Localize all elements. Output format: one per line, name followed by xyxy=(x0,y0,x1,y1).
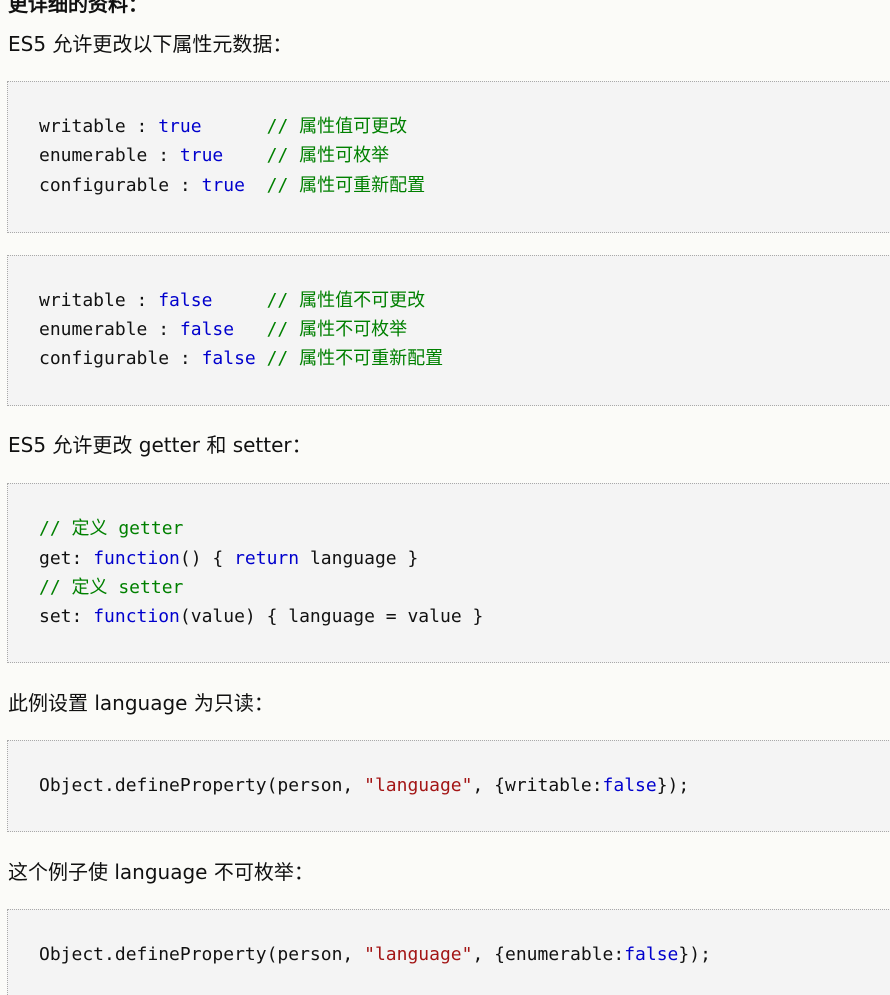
paragraph-metadata-intro: ES5 允许更改以下属性元数据： xyxy=(8,32,293,56)
code-line: set: function(value) { language = value … xyxy=(39,606,484,627)
code-line: writable : false // 属性值不可更改 xyxy=(39,290,426,311)
code-block-readonly-example: Object.defineProperty(person, "language"… xyxy=(7,740,890,832)
code-line: writable : true // 属性值可更改 xyxy=(39,116,408,137)
code-line: Object.defineProperty(person, "language"… xyxy=(39,775,690,796)
code-line: configurable : false // 属性不可重新配置 xyxy=(39,348,444,369)
code-line: enumerable : false // 属性不可枚举 xyxy=(39,319,408,340)
code-block-getter-setter: // 定义 getter get: function() { return la… xyxy=(7,483,890,663)
paragraph-readonly-intro: 此例设置 language 为只读： xyxy=(8,691,274,715)
code-block-non-enumerable-example: Object.defineProperty(person, "language"… xyxy=(7,909,890,995)
paragraph-non-enumerable-intro: 这个例子使 language 不可枚举： xyxy=(8,860,314,884)
code-line: Object.defineProperty(person, "language"… xyxy=(39,944,711,965)
code-line: configurable : true // 属性可重新配置 xyxy=(39,175,426,196)
code-line: // 定义 getter xyxy=(39,518,184,539)
code-block-writable-true: writable : true // 属性值可更改 enumerable : t… xyxy=(7,81,890,233)
code-line: // 定义 setter xyxy=(39,577,184,598)
code-block-writable-false: writable : false // 属性值不可更改 enumerable :… xyxy=(7,255,890,406)
paragraph-getter-setter-intro: ES5 允许更改 getter 和 setter： xyxy=(8,433,312,457)
code-line: enumerable : true // 属性可枚举 xyxy=(39,145,390,166)
code-line: get: function() { return language } xyxy=(39,548,419,569)
section-heading-partial: 更详细的资料： xyxy=(8,0,148,16)
